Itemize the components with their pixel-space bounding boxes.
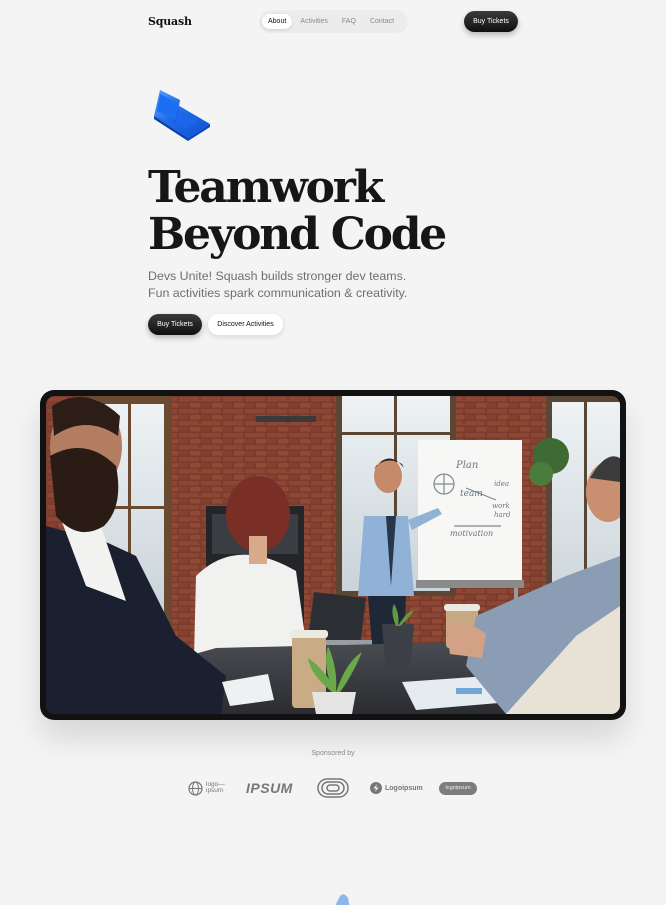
- sponsor-logo-1[interactable]: logo— ipsum: [188, 777, 225, 799]
- sponsor-logo-2[interactable]: IPSUM: [246, 777, 293, 799]
- whiteboard-word-plan: Plan: [455, 460, 478, 471]
- sponsor-logo-4-text: Logoipsum: [385, 784, 423, 792]
- sponsor-logo-1-text: logo— ipsum: [206, 781, 225, 794]
- nav-link-about[interactable]: About: [262, 14, 293, 29]
- team-meeting-photo: Plan idea team work hard motivation: [46, 396, 620, 714]
- whiteboard-word-hard: hard: [494, 511, 511, 519]
- whiteboard-word-motivation: motivation: [450, 529, 493, 538]
- whiteboard-word-work: work: [492, 502, 510, 510]
- rings-icon: [317, 778, 349, 798]
- sponsor-logo-5[interactable]: logoipsum: [439, 777, 477, 799]
- decorative-icon-peek: [330, 894, 354, 905]
- bolt-icon: [370, 782, 382, 794]
- buy-tickets-nav-button[interactable]: Buy Tickets: [464, 11, 518, 32]
- discover-activities-button[interactable]: Discover Activities: [208, 314, 283, 335]
- nav-link-contact[interactable]: Contact: [364, 14, 400, 29]
- hero-subtitle: Devs Unite! Squash builds stronger dev t…: [148, 268, 407, 302]
- sponsor-logo-4[interactable]: Logoipsum: [370, 777, 423, 799]
- sponsor-logo-3[interactable]: [317, 777, 349, 799]
- whiteboard-word-idea: idea: [494, 480, 509, 488]
- top-nav: Squash About Activities FAQ Contact Buy …: [148, 10, 518, 33]
- globe-icon: [188, 780, 203, 796]
- sponsored-by-label: Sponsored by: [311, 750, 355, 757]
- sponsor-logo-1-line2: ipsum: [206, 787, 224, 794]
- hero-headline-line1: Teamwork: [148, 162, 384, 213]
- hero-subtitle-line2: Fun activities spark communication & cre…: [148, 286, 408, 300]
- hero-headline-line2: Beyond Code: [148, 209, 447, 260]
- nav-link-faq[interactable]: FAQ: [336, 14, 362, 29]
- showcase-frame: Plan idea team work hard motivation: [40, 390, 626, 720]
- nav-links: About Activities FAQ Contact: [259, 10, 408, 33]
- whiteboard-word-team: team: [460, 489, 483, 499]
- laptop-icon: [150, 86, 212, 142]
- sponsor-logo-5-text: logoipsum: [439, 781, 477, 795]
- nav-link-activities[interactable]: Activities: [294, 14, 334, 29]
- sponsor-logos: logo— ipsum IPSUM Logoipsum logoipsum: [186, 777, 482, 799]
- hero-subtitle-line1: Devs Unite! Squash builds stronger dev t…: [148, 269, 407, 283]
- hero-headline: Teamwork Beyond Code: [148, 162, 447, 260]
- brand-logo[interactable]: Squash: [148, 15, 192, 28]
- buy-tickets-button[interactable]: Buy Tickets: [148, 314, 202, 335]
